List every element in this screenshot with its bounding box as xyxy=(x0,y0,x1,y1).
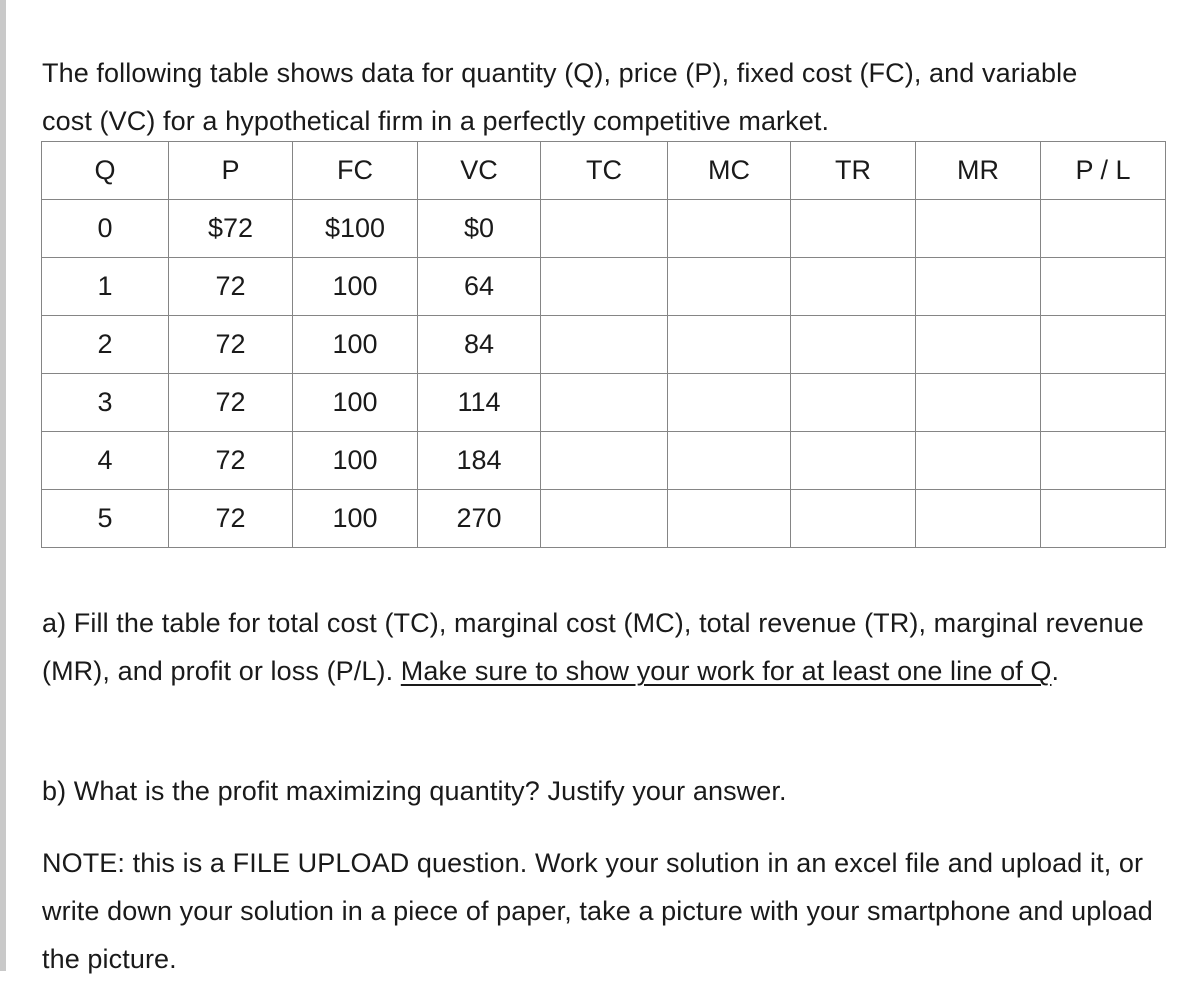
question-page: The following table shows data for quant… xyxy=(0,0,1200,974)
question-a: a) Fill the table for total cost (TC), m… xyxy=(42,599,1162,695)
cell-fc: 100 xyxy=(292,257,418,316)
cell-vc: 184 xyxy=(417,431,541,490)
table-row: 3 72 100 114 xyxy=(41,373,1166,432)
column-header-fc: FC xyxy=(292,141,418,200)
cell-mc xyxy=(667,373,791,432)
table-row: 2 72 100 84 xyxy=(41,315,1166,374)
cell-vc: 64 xyxy=(417,257,541,316)
cell-pl xyxy=(1040,373,1166,432)
table-row: 1 72 100 64 xyxy=(41,257,1166,316)
cell-mr xyxy=(915,315,1041,374)
cell-pl xyxy=(1040,315,1166,374)
table-header-row: Q P FC VC TC MC TR MR P / L xyxy=(41,141,1166,200)
column-header-vc: VC xyxy=(417,141,541,200)
cell-tc xyxy=(540,257,668,316)
cell-tc xyxy=(540,373,668,432)
cell-tr xyxy=(790,431,916,490)
column-header-tc: TC xyxy=(540,141,668,200)
column-header-mc: MC xyxy=(667,141,791,200)
question-a-period: . xyxy=(1051,656,1060,686)
cell-pl xyxy=(1040,489,1166,548)
cell-fc: 100 xyxy=(292,315,418,374)
cell-pl xyxy=(1040,257,1166,316)
cell-q: 4 xyxy=(41,431,169,490)
column-header-tr: TR xyxy=(790,141,916,200)
cell-p: 72 xyxy=(168,315,293,374)
cell-q: 1 xyxy=(41,257,169,316)
cell-p: 72 xyxy=(168,257,293,316)
cell-pl xyxy=(1040,199,1166,258)
cell-mr xyxy=(915,431,1041,490)
cell-mr xyxy=(915,373,1041,432)
cell-vc: $0 xyxy=(417,199,541,258)
cell-q: 5 xyxy=(41,489,169,548)
cell-tr xyxy=(790,257,916,316)
cell-mc xyxy=(667,199,791,258)
column-header-pl: P / L xyxy=(1040,141,1166,200)
cell-vc: 270 xyxy=(417,489,541,548)
cell-fc: $100 xyxy=(292,199,418,258)
cell-tc xyxy=(540,199,668,258)
column-header-p: P xyxy=(168,141,293,200)
cell-mr xyxy=(915,257,1041,316)
question-b: b) What is the profit maximizing quantit… xyxy=(42,776,787,806)
cell-tr xyxy=(790,315,916,374)
cell-fc: 100 xyxy=(292,373,418,432)
table-row: 5 72 100 270 xyxy=(41,489,1166,548)
question-a-emphasis: Make sure to show your work for at least… xyxy=(400,656,1052,686)
cell-pl xyxy=(1040,431,1166,490)
column-header-q: Q xyxy=(41,141,169,200)
cell-fc: 100 xyxy=(292,431,418,490)
table-row: 0 $72 $100 $0 xyxy=(41,199,1166,258)
column-header-mr: MR xyxy=(915,141,1041,200)
cell-vc: 114 xyxy=(417,373,541,432)
cell-mc xyxy=(667,431,791,490)
cell-q: 0 xyxy=(41,199,169,258)
cell-mc xyxy=(667,257,791,316)
cell-p: $72 xyxy=(168,199,293,258)
cost-revenue-table: Q P FC VC TC MC TR MR P / L 0 $72 $100 $… xyxy=(41,141,1166,548)
cell-tc xyxy=(540,315,668,374)
cell-mc xyxy=(667,315,791,374)
cell-tc xyxy=(540,489,668,548)
cell-tr xyxy=(790,489,916,548)
cell-p: 72 xyxy=(168,489,293,548)
cost-revenue-table-container: Q P FC VC TC MC TR MR P / L 0 $72 $100 $… xyxy=(41,141,1166,548)
upload-note: NOTE: this is a FILE UPLOAD question. Wo… xyxy=(42,848,1153,974)
cell-q: 3 xyxy=(41,373,169,432)
cell-fc: 100 xyxy=(292,489,418,548)
cell-mr xyxy=(915,489,1041,548)
cell-q: 2 xyxy=(41,315,169,374)
cell-tc xyxy=(540,431,668,490)
cell-tr xyxy=(790,373,916,432)
table-row: 4 72 100 184 xyxy=(41,431,1166,490)
cell-p: 72 xyxy=(168,373,293,432)
cell-mc xyxy=(667,489,791,548)
cell-tr xyxy=(790,199,916,258)
cell-vc: 84 xyxy=(417,315,541,374)
cell-mr xyxy=(915,199,1041,258)
intro-paragraph: The following table shows data for quant… xyxy=(42,58,1078,136)
cell-p: 72 xyxy=(168,431,293,490)
